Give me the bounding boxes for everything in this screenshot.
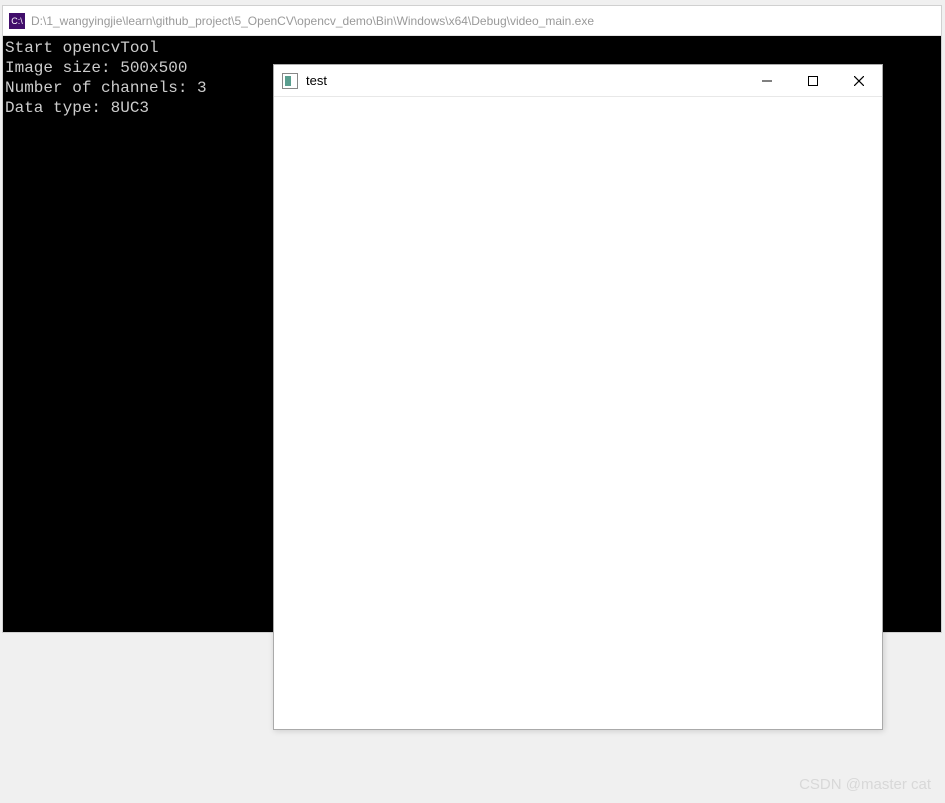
maximize-button[interactable]: [790, 65, 836, 96]
watermark: CSDN @master cat: [799, 776, 931, 793]
image-titlebar[interactable]: test: [274, 65, 882, 97]
console-line: Image size: 500x500: [5, 59, 187, 77]
console-titlebar[interactable]: C:\ D:\1_wangyingjie\learn\github_projec…: [3, 6, 941, 36]
image-window: test: [273, 64, 883, 730]
image-canvas: [274, 97, 882, 729]
console-line: Start opencvTool: [5, 39, 159, 57]
window-controls: [744, 65, 882, 96]
close-button[interactable]: [836, 65, 882, 96]
console-app-icon: C:\: [9, 13, 25, 29]
console-title: D:\1_wangyingjie\learn\github_project\5_…: [31, 14, 594, 28]
maximize-icon: [808, 76, 818, 86]
minimize-button[interactable]: [744, 65, 790, 96]
opencv-window-icon: [282, 73, 298, 89]
console-line: Number of channels: 3: [5, 79, 207, 97]
minimize-icon: [762, 76, 772, 86]
console-line: Data type: 8UC3: [5, 99, 149, 117]
close-icon: [854, 76, 864, 86]
image-window-title: test: [306, 73, 327, 88]
